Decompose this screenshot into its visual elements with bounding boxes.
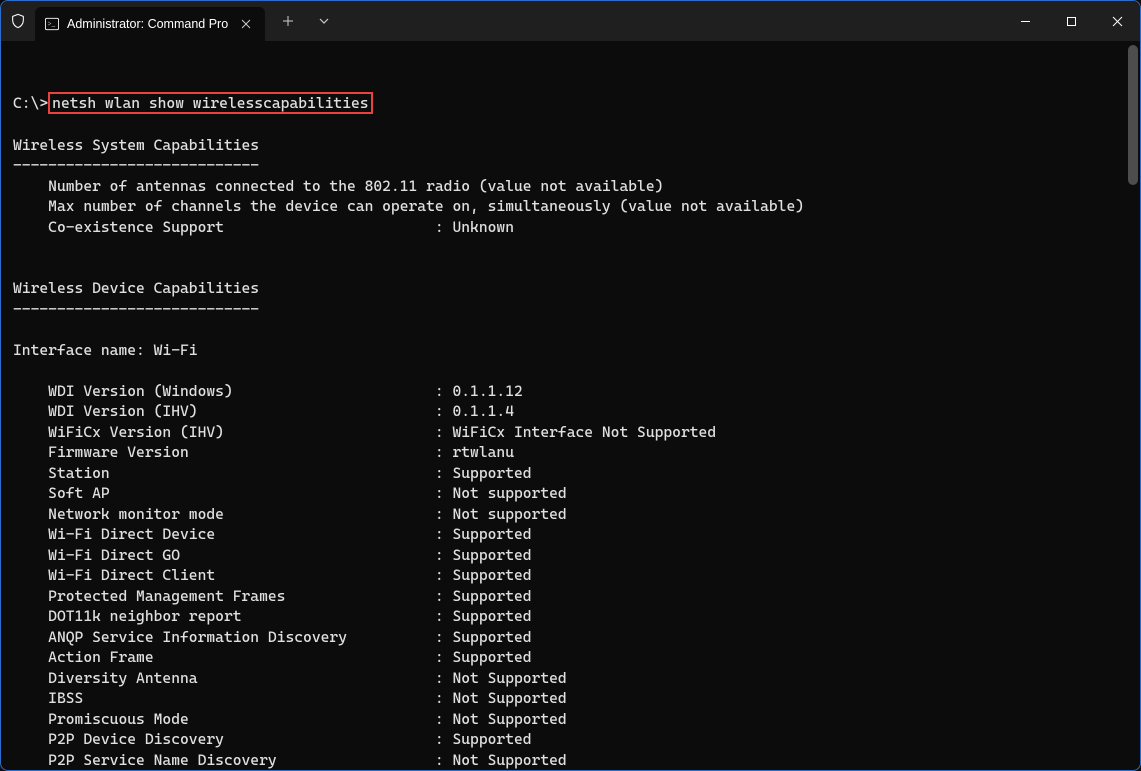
new-tab-button[interactable]	[271, 6, 305, 36]
tabstrip-buttons	[265, 6, 341, 36]
vertical-scrollbar[interactable]	[1126, 41, 1140, 771]
prompt: C:\>	[13, 94, 48, 112]
maximize-button[interactable]	[1048, 1, 1094, 41]
tab-dropdown-button[interactable]	[307, 6, 341, 36]
command-prompt-icon: >_	[45, 17, 59, 31]
scrollbar-thumb[interactable]	[1128, 45, 1138, 185]
titlebar-drag-region[interactable]	[341, 1, 1002, 41]
terminal-output[interactable]: C:\>netsh wlan show wirelesscapabilities…	[1, 41, 1126, 771]
tab-title: Administrator: Command Pro	[67, 17, 229, 31]
titlebar[interactable]: >_ Administrator: Command Pro	[1, 1, 1140, 41]
shield-icon	[1, 13, 35, 29]
tab-active[interactable]: >_ Administrator: Command Pro	[35, 7, 265, 41]
minimize-button[interactable]	[1002, 1, 1048, 41]
titlebar-left: >_ Administrator: Command Pro	[1, 1, 341, 41]
terminal-window: >_ Administrator: Command Pro	[0, 0, 1141, 771]
svg-text:>_: >_	[48, 20, 56, 28]
close-window-button[interactable]	[1094, 1, 1140, 41]
tab-close-button[interactable]	[237, 15, 255, 33]
window-controls	[1002, 1, 1140, 41]
command-highlight: netsh wlan show wirelesscapabilities	[48, 92, 372, 114]
